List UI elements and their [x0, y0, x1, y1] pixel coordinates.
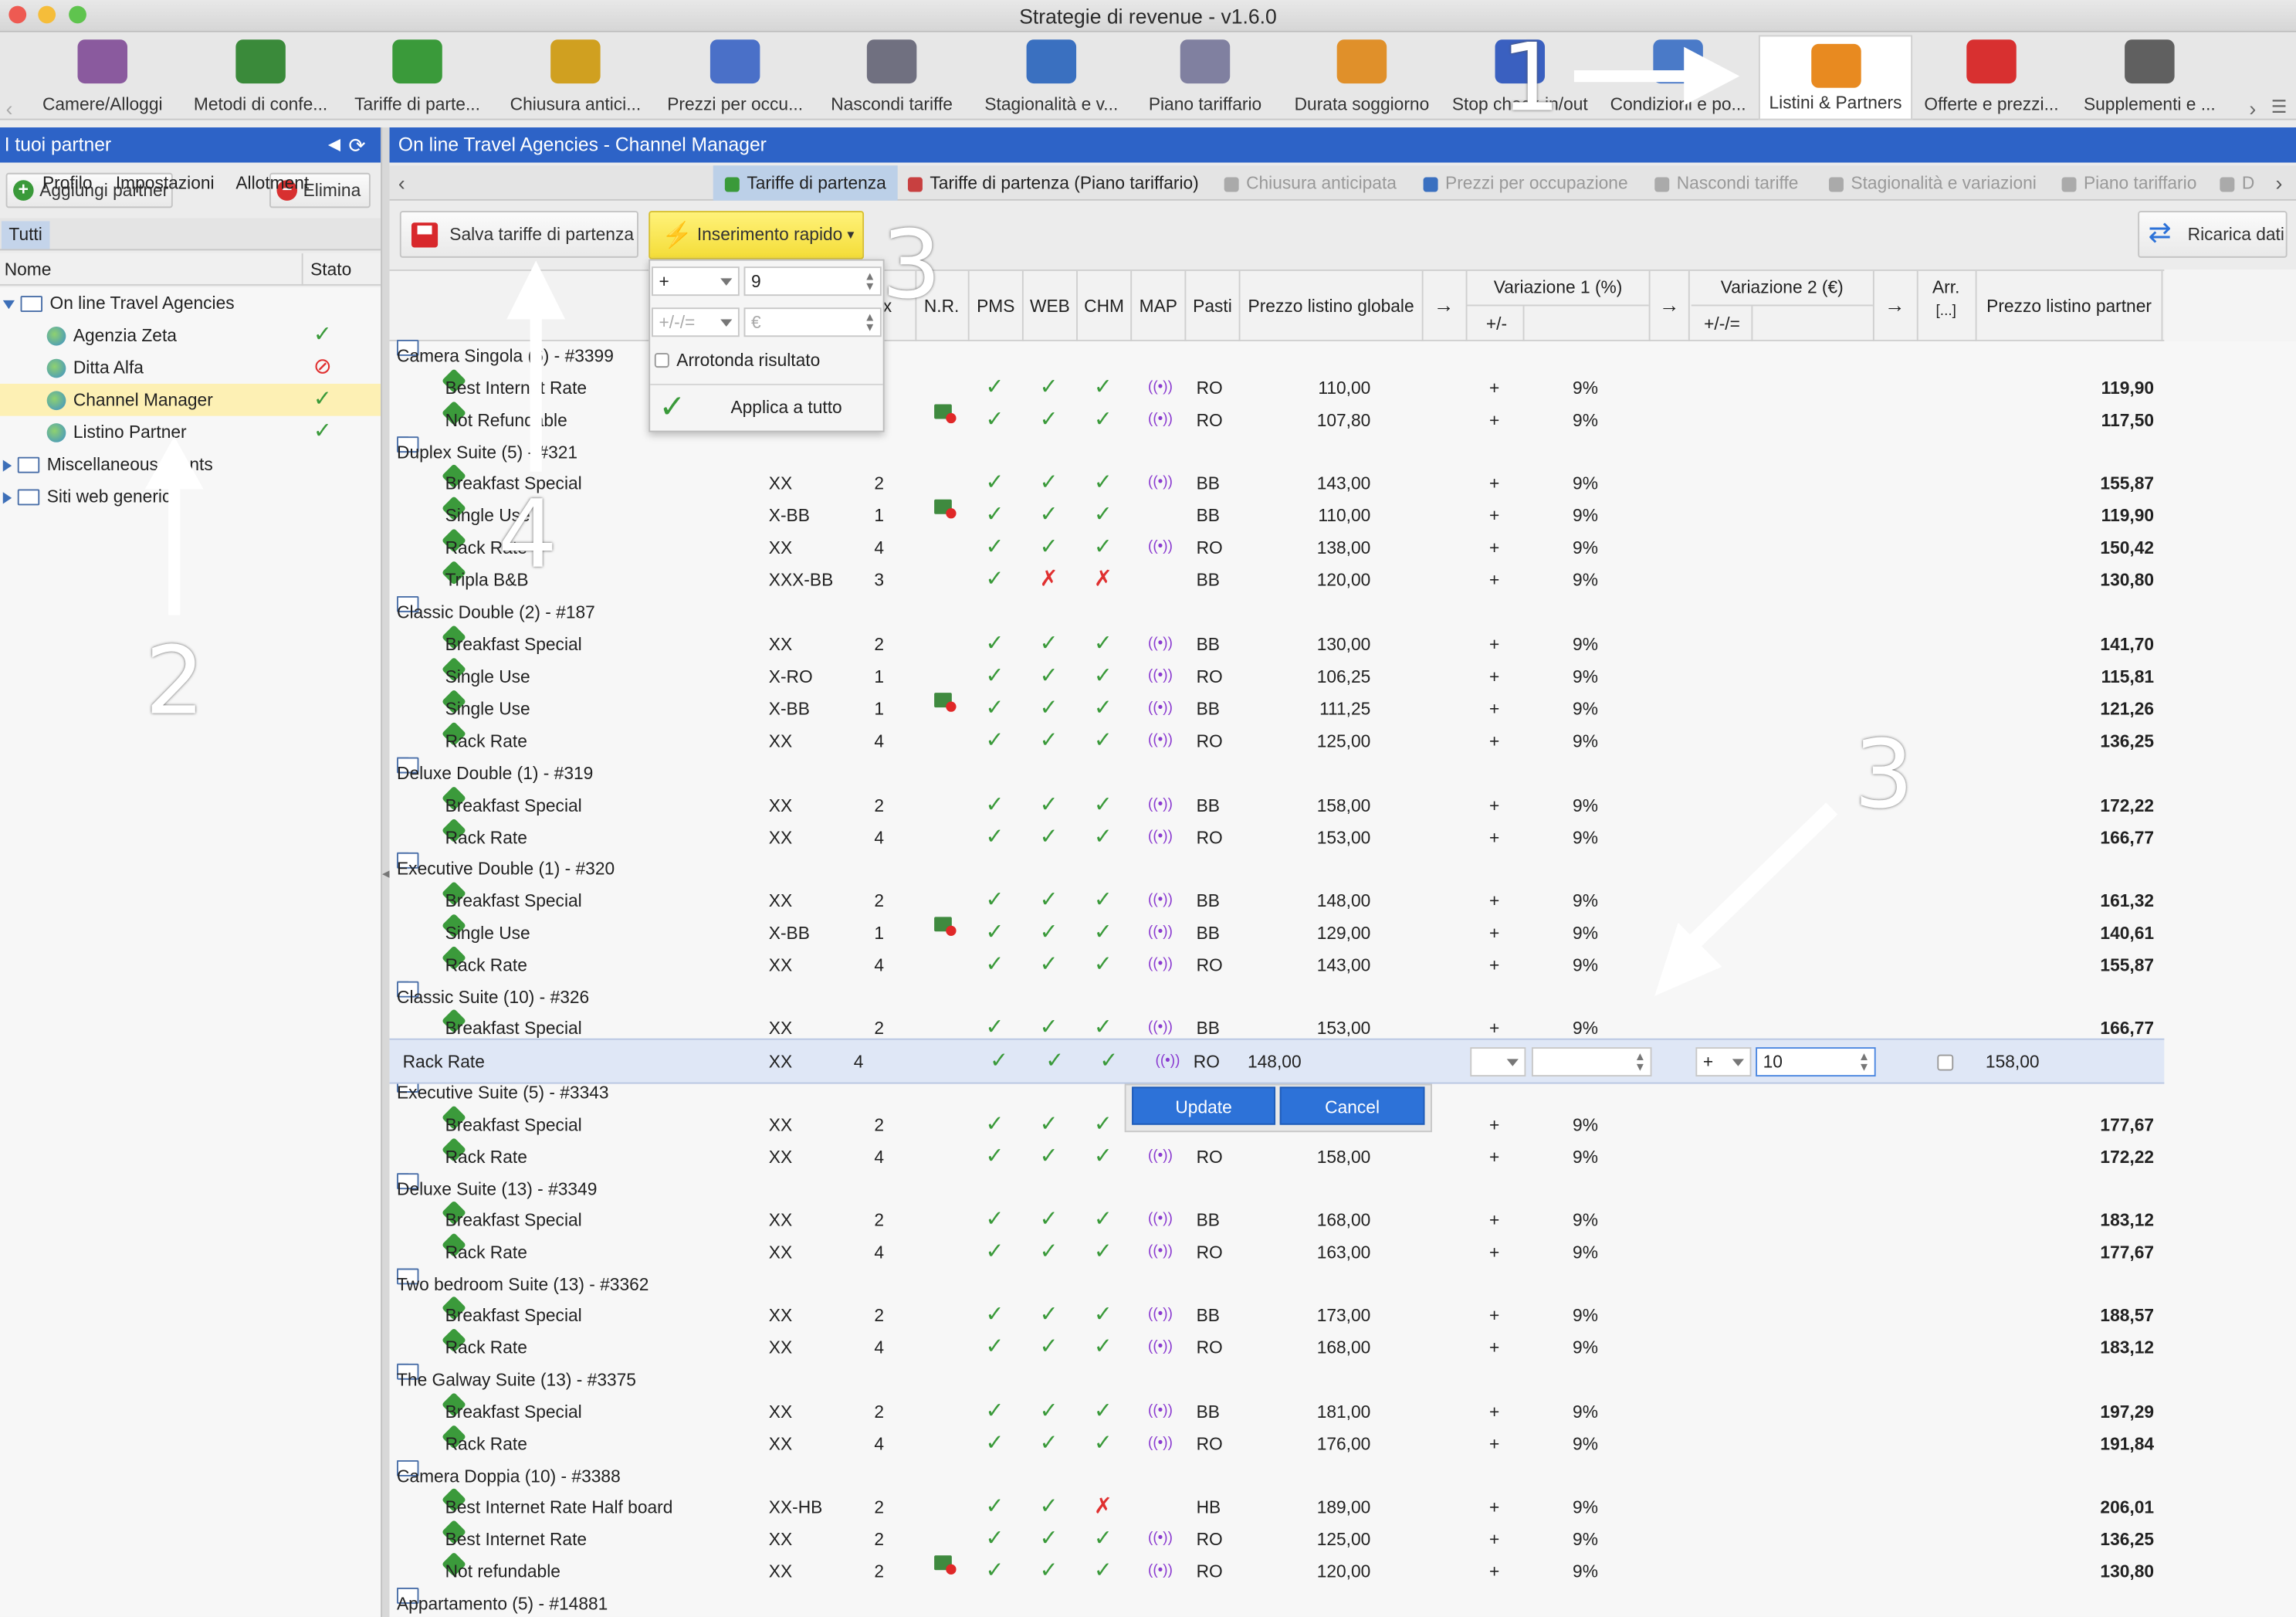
annotation-step-3-popup: 3	[881, 212, 942, 321]
arrow-1-shaft	[1573, 70, 1692, 83]
arrow-2-shaft	[168, 483, 181, 615]
annotation-step-4: 4	[497, 482, 558, 591]
tutorial-arrows	[144, 46, 1838, 996]
arrow-4-shaft	[530, 310, 542, 472]
annotation-step-1: 1	[1501, 25, 1561, 134]
arrow-3-shaft	[1686, 802, 1838, 950]
app-window: Strategie di revenue - v1.6.0 ‹ › ☰ Came…	[0, 0, 2296, 1617]
arrow-1-head	[1684, 46, 1740, 106]
arrow-2-head	[144, 436, 204, 490]
annotation-step-2: 2	[144, 628, 205, 737]
arrow-4-head	[506, 260, 566, 320]
annotation-step-3-edit: 3	[1854, 722, 1914, 831]
